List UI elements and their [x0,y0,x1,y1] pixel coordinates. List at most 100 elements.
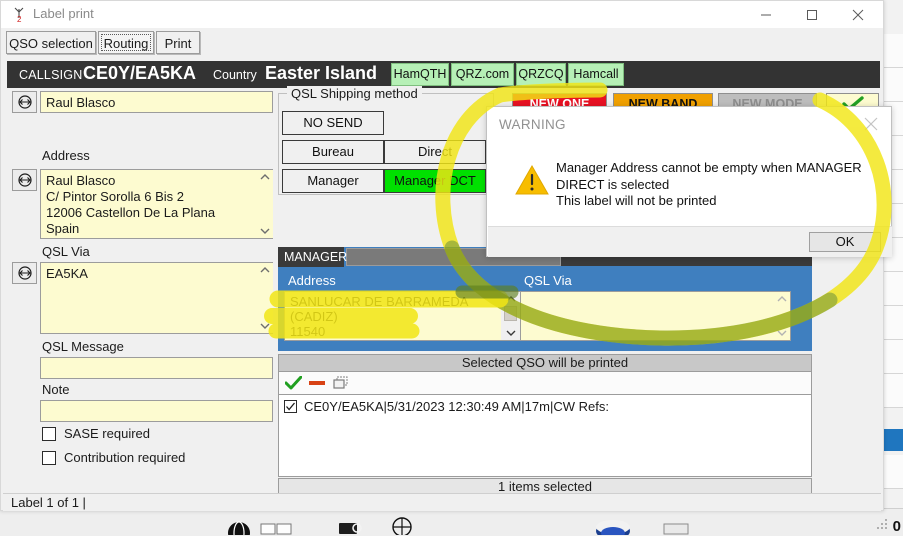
qso-map-icon [392,517,412,535]
note-field[interactable] [40,400,273,422]
tab-strip: QSO selection Routing Print [1,29,883,57]
background-right-cell [881,272,903,306]
manager-qsl-via-scrollbar[interactable] [773,292,790,340]
antenna-icon: 2 [14,7,24,23]
refresh-icon [17,95,32,109]
row-checkbox[interactable] [284,400,297,413]
background-corner-number: 0 [892,518,901,535]
lookup-button-qrzcq[interactable]: QRZCQ [516,63,566,86]
manager-address-field[interactable]: SANLUCAR DE BARRAMEDA (CADIZ) 11540 Spai… [284,291,521,341]
chevron-down-icon[interactable] [260,322,270,330]
background-right-cell [881,340,903,374]
qsl-shipping-method-legend: QSL Shipping method [287,86,422,101]
refresh-address-button[interactable] [12,169,37,191]
chevron-down-icon[interactable] [260,227,270,235]
warning-ok-button[interactable]: OK [809,232,881,252]
manager-qsl-via-label: QSL Via [524,273,572,288]
shipping-button-manager[interactable]: Manager [282,169,384,193]
statusbar-text: Label 1 of 1 | [11,495,86,510]
globe-icon [228,521,250,535]
background-right-cell [881,455,903,489]
tab-routing-label: Routing [101,34,151,51]
filter-icon [339,523,362,534]
background-right-cell [881,306,903,340]
browser-icon [596,520,630,535]
warning-triangle-icon [515,165,549,195]
window-icon [663,523,689,535]
minimize-icon [761,14,771,15]
select-station-icon [260,523,292,535]
country-label: Country [213,68,257,82]
shipping-button-no-send[interactable]: NO SEND [282,111,384,135]
refresh-name-button[interactable] [12,91,37,113]
statusbar: Label 1 of 1 | [3,493,881,511]
chevron-up-icon[interactable] [260,266,270,274]
invert-selection-icon[interactable] [333,376,349,390]
warning-close-button[interactable] [859,113,883,135]
check-all-icon[interactable] [285,376,302,390]
close-icon [864,117,878,131]
contribution-required-label: Contribution required [64,450,186,465]
warning-dialog: WARNING Manager Address cannot be empty … [486,106,892,257]
refresh-qsl-via-button[interactable] [12,262,37,284]
checkbox-box[interactable] [42,427,56,441]
chevron-down-icon[interactable] [777,329,787,337]
qsl-via-scrollbar[interactable] [257,263,273,333]
address-field[interactable]: Raul Blasco C/ Pintor Sorolla 6 Bis 2 12… [40,169,273,239]
maximize-icon [807,9,817,20]
warning-dialog-title: WARNING [499,117,566,132]
chevron-down-icon[interactable] [506,329,516,337]
manager-qsl-via-field[interactable] [520,291,791,341]
maximize-button[interactable] [789,1,835,28]
qso-list-header: Selected QSO will be printed [278,354,812,372]
note-label: Note [42,382,70,397]
tab-qso-selection[interactable]: QSO selection [6,31,96,54]
shipping-button-bureau[interactable]: Bureau [282,140,384,164]
qso-row-text: CE0Y/EA5KA|5/31/2023 12:30:49 AM|17m|CW … [304,399,609,414]
svg-text:2: 2 [17,15,22,23]
check-icon [286,402,295,411]
scrollbar-thumb[interactable] [504,306,517,321]
refresh-icon [17,266,32,280]
qsl-message-label: QSL Message [42,339,124,354]
tab-print[interactable]: Print [156,31,200,54]
close-icon [852,9,864,20]
manager-tab-label: MANAGER [278,247,347,267]
shipping-button-manager-dct[interactable]: Manager DCT [384,169,486,193]
address-scrollbar[interactable] [257,170,273,238]
background-right-cell [881,374,903,408]
chevron-up-icon[interactable] [506,295,516,303]
manager-address-scrollbar[interactable] [501,292,520,340]
lookup-button-qrzcom[interactable]: QRZ.com [451,63,514,86]
qso-listbox[interactable]: CE0Y/EA5KA|5/31/2023 12:30:49 AM|17m|CW … [278,394,812,477]
chevron-up-icon[interactable] [260,173,270,181]
sase-required-label: SASE required [64,426,150,441]
qso-list-toolbar [278,372,812,394]
sase-required-checkbox[interactable]: SASE required [42,426,242,444]
warning-message: Manager Address cannot be empty when MAN… [556,160,862,208]
contribution-required-checkbox[interactable]: Contribution required [42,450,242,468]
background-right-cell [881,68,903,102]
background-toolbar-icons [190,512,690,535]
shipping-button-direct[interactable]: Direct [384,140,486,164]
callsign-label: CALLSIGN [19,68,83,82]
qsl-message-field[interactable] [40,357,273,379]
country-value: Easter Island [265,63,378,83]
manager-address-label: Address [288,273,336,288]
uncheck-all-icon[interactable] [309,380,325,386]
refresh-icon [17,173,32,187]
tab-routing[interactable]: Routing [98,31,154,54]
qsl-via-field[interactable]: EA5KA [40,262,273,334]
address-label: Address [42,148,90,163]
background-right-cell [881,34,903,68]
qsl-via-label: QSL Via [42,244,90,259]
close-button[interactable] [835,1,881,28]
chevron-up-icon[interactable] [777,295,787,303]
resize-grip-icon[interactable] [875,517,889,531]
minimize-button[interactable] [743,1,789,28]
lookup-button-hamcall[interactable]: Hamcall [568,63,624,86]
checkbox-box[interactable] [42,451,56,465]
window-titlebar[interactable]: 2 Label print [1,1,883,28]
name-field[interactable]: Raul Blasco [40,91,273,113]
lookup-button-hamqth[interactable]: HamQTH [391,63,449,86]
